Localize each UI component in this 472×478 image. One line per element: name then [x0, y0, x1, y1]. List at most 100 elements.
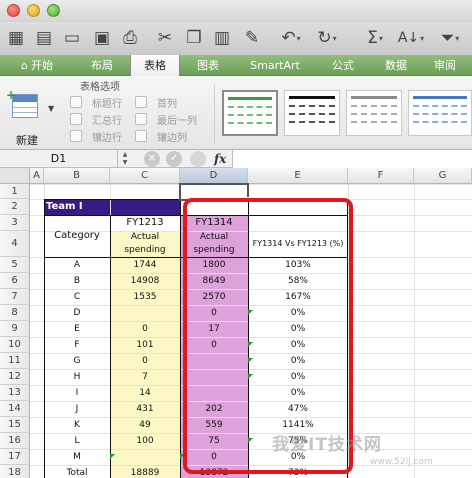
print-icon[interactable]: ⎙ [118, 25, 142, 51]
cancel-icon[interactable]: ✕ [144, 151, 160, 167]
category-cell[interactable]: H [44, 369, 110, 385]
cut-icon[interactable]: ✂ [153, 25, 177, 51]
row-header[interactable]: 1 [0, 184, 30, 199]
column-header-d[interactable]: D [180, 168, 248, 184]
option-banded-columns[interactable]: 镶边列 [135, 128, 187, 144]
checkbox[interactable] [70, 130, 82, 142]
column-header-e[interactable]: E [248, 168, 348, 184]
category-cell[interactable]: E [44, 321, 110, 337]
category-header[interactable]: Category [44, 228, 110, 244]
row-header[interactable]: 6 [0, 273, 30, 289]
tab-review[interactable]: 审阅 [422, 56, 468, 76]
table-style-blue[interactable] [408, 90, 472, 136]
row-header[interactable]: 11 [0, 353, 30, 369]
row-header[interactable]: 12 [0, 369, 30, 385]
tab-layout[interactable]: 布局 [76, 56, 128, 76]
row-header[interactable]: 7 [0, 289, 30, 305]
category-cell[interactable]: C [44, 289, 110, 305]
enter-icon[interactable]: ✓ [166, 151, 182, 167]
category-cell[interactable]: B [44, 273, 110, 289]
tab-tables[interactable]: 表格 [130, 55, 180, 77]
category-cell[interactable]: F [44, 337, 110, 353]
row-header[interactable]: 3 [0, 215, 30, 231]
autosum-icon[interactable]: Σ ▾ [360, 25, 390, 51]
fy1213-value-cell[interactable]: 431 [110, 401, 180, 417]
fy1213-header[interactable]: FY1213 [110, 215, 180, 231]
option-header-row[interactable]: 标题行 [70, 94, 122, 110]
sort-icon[interactable]: A↓ ▾ [396, 25, 426, 51]
close-button[interactable] [7, 4, 20, 17]
checkbox[interactable] [70, 113, 82, 125]
name-box-stepper-icon[interactable]: ▲ ▼ [120, 151, 130, 167]
row-header[interactable]: 2 [0, 199, 30, 215]
checkbox[interactable] [135, 130, 147, 142]
name-box[interactable]: D1 [0, 150, 118, 168]
column-header-c[interactable]: C [110, 168, 180, 184]
row-header[interactable]: 16 [0, 433, 30, 449]
row-header[interactable]: 14 [0, 401, 30, 417]
row-header[interactable]: 13 [0, 385, 30, 401]
row-header[interactable]: 5 [0, 257, 30, 273]
fy1213-value-cell[interactable]: 7 [110, 369, 180, 385]
new-workbook-icon[interactable]: ▦ [4, 25, 28, 51]
option-last-column[interactable]: 最后一列 [135, 111, 197, 127]
fy1213-value-cell[interactable]: 14 [110, 385, 180, 401]
copy-icon[interactable]: ❐ [182, 25, 206, 51]
option-first-column[interactable]: 首列 [135, 94, 177, 110]
formula-input[interactable] [232, 150, 472, 168]
column-header-g[interactable]: G [414, 168, 472, 184]
fy1213-value-cell[interactable]: 18889 [110, 465, 180, 478]
new-table-button[interactable]: + ▼ 新建 [6, 88, 60, 147]
undo-icon[interactable]: ↶ ▾ [276, 25, 306, 51]
column-header-a[interactable]: A [30, 168, 44, 184]
row-header[interactable]: 18 [0, 465, 30, 478]
fy1213-value-cell[interactable]: 0 [110, 353, 180, 369]
fy1213-value-cell[interactable]: 0 [110, 321, 180, 337]
fy1213-value-cell[interactable] [110, 449, 180, 465]
category-cell[interactable]: G [44, 353, 110, 369]
category-cell[interactable]: M [44, 449, 110, 465]
category-cell[interactable]: D [44, 305, 110, 321]
filter-icon[interactable]: ⏷ ▾ [434, 25, 466, 51]
tab-home[interactable]: ⌂ 开始 [2, 56, 72, 76]
fy1213-value-cell[interactable]: 1744 [110, 257, 180, 273]
fx-icon[interactable]: fx [214, 150, 226, 168]
category-cell[interactable]: K [44, 417, 110, 433]
fy1213-value-cell[interactable]: 101 [110, 337, 180, 353]
row-header[interactable]: 4 [0, 231, 30, 257]
redo-icon[interactable]: ↻ ▾ [312, 25, 342, 51]
tab-formulas[interactable]: 公式 [318, 56, 368, 76]
save-icon[interactable]: ▣ [90, 25, 114, 51]
c-subheader[interactable]: Actual spending [116, 231, 174, 257]
fy1213-value-cell[interactable]: 1535 [110, 289, 180, 305]
category-cell[interactable]: I [44, 385, 110, 401]
templates-icon[interactable]: ▤ [32, 25, 56, 51]
fy1213-value-cell[interactable]: 14908 [110, 273, 180, 289]
category-cell[interactable]: L [44, 433, 110, 449]
checkbox[interactable] [70, 96, 82, 108]
tab-charts[interactable]: 图表 [182, 56, 234, 76]
row-header[interactable]: 9 [0, 321, 30, 337]
open-folder-icon[interactable]: ▭ [60, 25, 84, 51]
table-style-green[interactable] [222, 90, 278, 136]
fy1213-value-cell[interactable]: 49 [110, 417, 180, 433]
team-title[interactable]: Team I [46, 199, 176, 215]
select-all-corner[interactable] [0, 168, 30, 184]
fy1213-value-cell[interactable]: 100 [110, 433, 180, 449]
row-header[interactable]: 10 [0, 337, 30, 353]
row-header[interactable]: 15 [0, 417, 30, 433]
row-header[interactable]: 8 [0, 305, 30, 321]
column-header-f[interactable]: F [348, 168, 414, 184]
tab-smartart[interactable]: SmartArt [236, 56, 314, 76]
table-style-black[interactable] [284, 90, 340, 136]
category-cell[interactable]: J [44, 401, 110, 417]
checkbox[interactable] [135, 96, 147, 108]
category-cell[interactable]: Total [44, 465, 110, 478]
category-cell[interactable]: A [44, 257, 110, 273]
zoom-button[interactable] [47, 4, 60, 17]
minimize-button[interactable] [27, 4, 40, 17]
checkbox[interactable] [135, 113, 147, 125]
table-style-gray[interactable] [346, 90, 402, 136]
format-painter-icon[interactable]: ✎ [240, 25, 264, 51]
option-total-row[interactable]: 汇总行 [70, 111, 122, 127]
